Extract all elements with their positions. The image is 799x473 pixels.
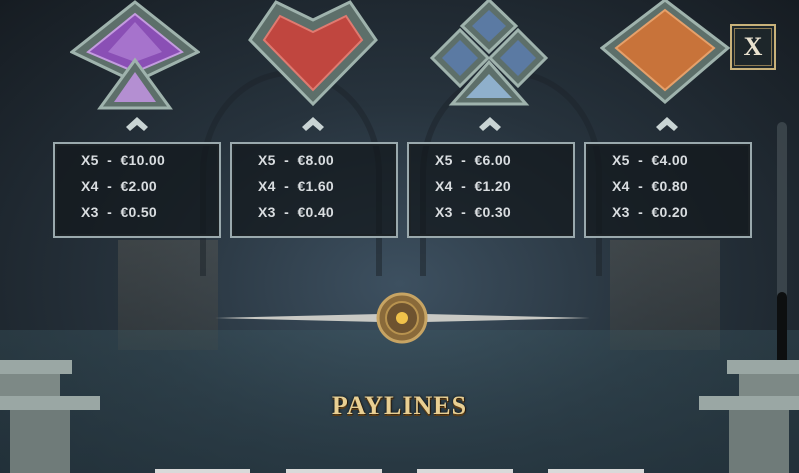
paytable-row: X3 - €0.20 bbox=[612, 204, 689, 220]
chevron-up-icon bbox=[656, 117, 678, 131]
purple-spade-icon bbox=[70, 0, 200, 110]
paytable-row: X5 - €4.00 bbox=[612, 152, 689, 168]
red-heart-icon bbox=[248, 0, 378, 107]
orange-diamond-icon bbox=[600, 0, 730, 104]
payline-tab[interactable] bbox=[155, 469, 250, 473]
paytable-row: X4 - €1.60 bbox=[258, 178, 335, 194]
close-icon: X bbox=[734, 28, 772, 66]
paytable-row: X4 - €2.00 bbox=[81, 178, 158, 194]
paytable-box-club: X5 - €6.00 X4 - €1.20 X3 - €0.30 bbox=[407, 142, 575, 238]
chevron-up-icon bbox=[479, 117, 501, 131]
payline-tab[interactable] bbox=[286, 469, 382, 473]
ornamental-divider bbox=[215, 292, 590, 344]
paytable-row: X5 - €8.00 bbox=[258, 152, 335, 168]
paytable-row: X3 - €0.40 bbox=[258, 204, 335, 220]
paytable-box-heart: X5 - €8.00 X4 - €1.60 X3 - €0.40 bbox=[230, 142, 398, 238]
chevron-up-icon bbox=[302, 117, 324, 131]
paytable-row: X3 - €0.50 bbox=[81, 204, 158, 220]
paytable-row: X5 - €6.00 bbox=[435, 152, 512, 168]
paytable-row: X4 - €1.20 bbox=[435, 178, 512, 194]
paytable-row: X4 - €0.80 bbox=[612, 178, 689, 194]
close-button[interactable]: X bbox=[730, 24, 776, 70]
paytable-box-diamond: X5 - €4.00 X4 - €0.80 X3 - €0.20 bbox=[584, 142, 752, 238]
chevron-up-icon bbox=[126, 117, 148, 131]
blue-club-icon bbox=[429, 0, 549, 106]
paytable-box-spade: X5 - €10.00 X4 - €2.00 X3 - €0.50 bbox=[53, 142, 221, 238]
paytable-row: X5 - €10.00 bbox=[81, 152, 166, 168]
payline-tab[interactable] bbox=[548, 469, 644, 473]
payline-tab[interactable] bbox=[417, 469, 513, 473]
close-label: X bbox=[743, 32, 763, 61]
paytable-row: X3 - €0.30 bbox=[435, 204, 512, 220]
section-title: PAYLINES bbox=[331, 391, 468, 420]
scrollbar-thumb[interactable] bbox=[777, 292, 787, 368]
